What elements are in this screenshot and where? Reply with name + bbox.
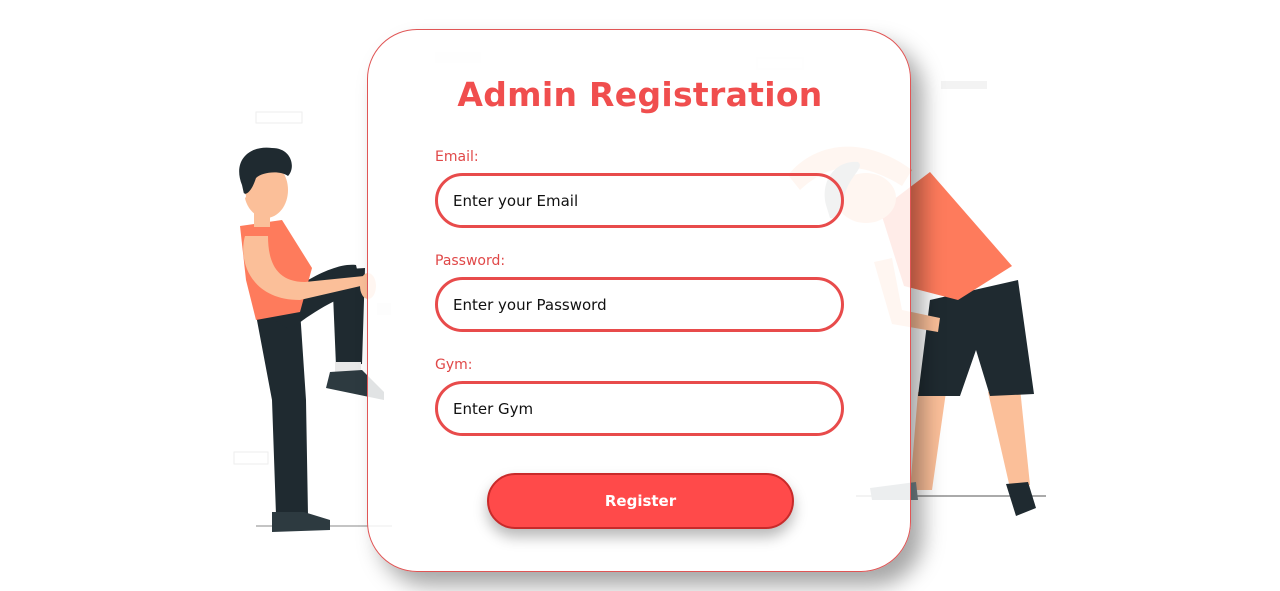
registration-card: Admin Registration Email: Password: Gym:… (367, 29, 911, 572)
email-label: Email: (435, 149, 479, 165)
password-field[interactable] (435, 277, 844, 332)
page-title: Admin Registration (457, 75, 823, 114)
password-label: Password: (435, 253, 506, 269)
register-button[interactable]: Register (487, 473, 794, 529)
email-field[interactable] (435, 173, 844, 228)
gym-field[interactable] (435, 381, 844, 436)
gym-label: Gym: (435, 357, 473, 373)
